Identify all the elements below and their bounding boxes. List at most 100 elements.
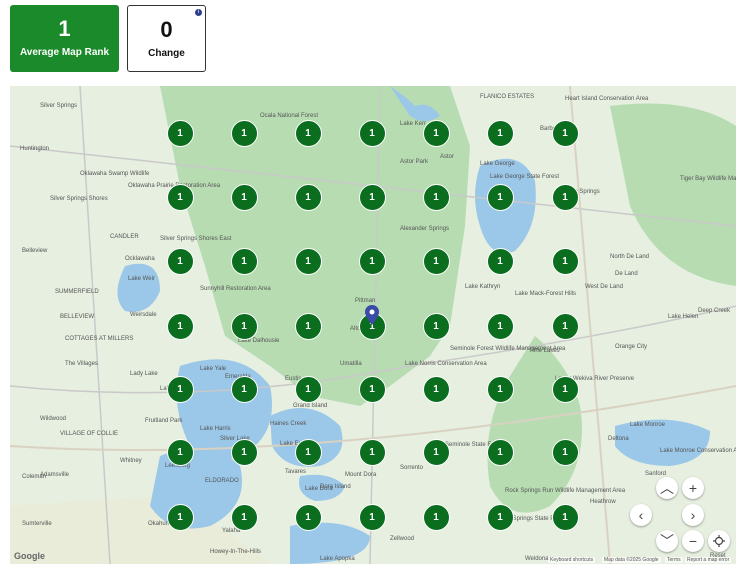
location-marker-icon[interactable] [365,305,379,325]
grid-rank-pin[interactable]: 1 [230,183,258,211]
grid-rank-pin[interactable]: 1 [166,375,194,403]
grid-rank-pin[interactable]: 1 [486,375,514,403]
crosshair-icon [713,535,725,547]
grid-rank-pin[interactable]: 1 [294,438,322,466]
grid-rank-pin[interactable]: 1 [551,438,579,466]
grid-rank-pin[interactable]: 1 [486,503,514,531]
grid-rank-pin[interactable]: 1 [294,183,322,211]
grid-rank-pin[interactable]: 1 [230,375,258,403]
grid-rank-pin[interactable]: 1 [230,247,258,275]
place-label: Lake Norris Conservation Area [405,361,487,367]
grid-rank-pin[interactable]: 1 [230,312,258,340]
place-label: Haines Creek [270,421,307,427]
grid-rank-pin[interactable]: 1 [551,312,579,340]
grid-rank-pin[interactable]: 1 [422,438,450,466]
grid-rank-pin[interactable]: 1 [486,312,514,340]
keyboard-shortcuts-link[interactable]: Keyboard shortcuts [548,557,596,563]
place-label: FLANICO ESTATES [480,94,535,100]
place-label: Lake Harris [200,426,231,432]
place-label: CANDLER [110,234,139,240]
grid-rank-pin[interactable]: 1 [294,312,322,340]
grid-rank-pin[interactable]: 1 [166,312,194,340]
grid-rank-pin[interactable]: 1 [358,247,386,275]
grid-rank-pin[interactable]: 1 [486,247,514,275]
grid-rank-pin[interactable]: 1 [294,119,322,147]
place-label: Lake Kerr [400,121,427,127]
grid-rank-pin[interactable]: 1 [294,503,322,531]
grid-rank-pin[interactable]: 1 [294,247,322,275]
grid-rank-pin[interactable]: 1 [551,119,579,147]
zoom-out-button[interactable]: − [682,530,704,552]
grid-rank-pin[interactable]: 1 [230,503,258,531]
grid-rank-pin[interactable]: 1 [422,247,450,275]
grid-rank-pin[interactable]: 1 [551,247,579,275]
place-label: Belleview [22,248,48,254]
place-label: Lake Monroe Conservation Area [660,448,736,454]
map-pan-down-button[interactable]: ﹀ [656,530,678,552]
grid-rank-pin[interactable]: 1 [422,183,450,211]
map-pan-left-button[interactable]: ‹ [630,504,652,526]
place-label: Dora Island [320,484,351,490]
place-label: Lake George [480,161,515,167]
place-label: Sorrento [400,465,424,471]
change-label: Change [148,48,185,59]
map-pan-up-button[interactable]: ︿ [656,477,678,499]
grid-rank-pin[interactable]: 1 [422,375,450,403]
place-label: Weldona [525,556,549,562]
grid-rank-pin[interactable]: 1 [358,183,386,211]
grid-rank-pin[interactable]: 1 [358,503,386,531]
grid-rank-pin[interactable]: 1 [166,183,194,211]
grid-rank-pin[interactable]: 1 [358,119,386,147]
info-icon[interactable]: i [195,9,202,16]
grid-rank-pin[interactable]: 1 [166,438,194,466]
map-reset-button[interactable] [708,530,730,552]
place-label: Lake Yale [200,366,227,372]
place-label: SUMMERFIELD [55,289,99,295]
place-label: Lake Weir [128,276,155,282]
grid-rank-pin[interactable]: 1 [166,503,194,531]
grid-rank-pin[interactable]: 1 [422,312,450,340]
place-label: Rock Springs Run Wildlife Management Are… [505,488,626,494]
place-label: Lake Apopka [320,556,355,562]
terms-link[interactable]: Terms [665,557,683,563]
place-label: Ocala National Forest [260,113,319,119]
average-map-rank-value: 1 [58,16,71,41]
grid-rank-pin[interactable]: 1 [551,375,579,403]
grid-rank-pin[interactable]: 1 [358,438,386,466]
place-label: West De Land [585,284,623,290]
place-label: Wildwood [40,416,67,422]
place-label: De Land [615,271,638,277]
place-label: Silver Springs [40,103,78,109]
zoom-in-button[interactable]: + [682,477,704,499]
grid-rank-pin[interactable]: 1 [551,503,579,531]
grid-rank-pin[interactable]: 1 [230,438,258,466]
place-label: Adamsville [40,472,70,478]
grid-rank-pin[interactable]: 1 [422,503,450,531]
place-label: Howey-In-The-Hills [210,549,262,555]
place-label: Silver Springs Shores [50,196,108,202]
place-label: Huntington [20,146,50,152]
map-pan-right-button[interactable]: › [682,504,704,526]
place-label: Heart Island Conservation Area [565,96,649,102]
grid-rank-pin[interactable]: 1 [294,375,322,403]
grid-rank-pin[interactable]: 1 [551,183,579,211]
place-label: Astor [440,154,455,160]
grid-rank-pin[interactable]: 1 [486,438,514,466]
place-label: The Villages [65,361,98,367]
place-label: Sunnyhill Restoration Area [200,286,271,292]
place-label: Oklawaha Swamp Wildlife [80,171,150,177]
place-label: BELLEVIEW [60,314,95,320]
report-map-error-link[interactable]: Report a map error [685,557,732,563]
place-label: Alexander Springs [400,226,450,232]
grid-rank-pin[interactable]: 1 [230,119,258,147]
grid-rank-pin[interactable]: 1 [358,375,386,403]
map-view[interactable]: Silver Springs Huntington Oklawaha Swamp W… [10,86,736,564]
grid-rank-pin[interactable]: 1 [166,119,194,147]
grid-rank-pin[interactable]: 1 [422,119,450,147]
grid-rank-pin[interactable]: 1 [166,247,194,275]
change-card: i 0 Change [127,5,206,72]
grid-rank-pin[interactable]: 1 [486,119,514,147]
place-label: Astor Park [400,159,429,165]
place-label: Silver Springs Shores East [160,236,232,242]
grid-rank-pin[interactable]: 1 [486,183,514,211]
